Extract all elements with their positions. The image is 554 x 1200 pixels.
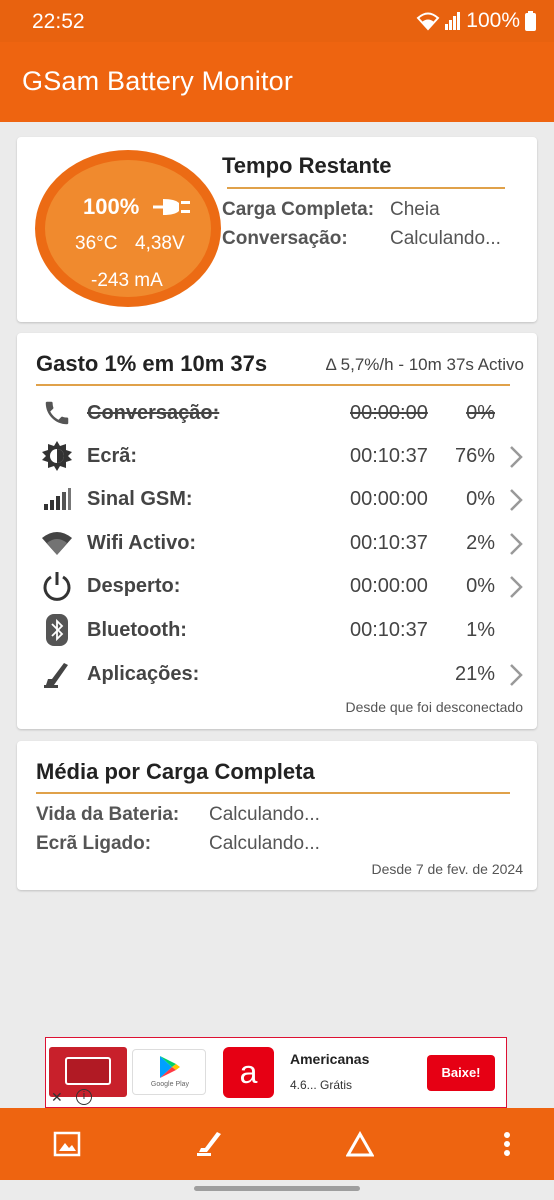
ad-store-text: Google Play (150, 1081, 190, 1088)
status-time: 22:52 (32, 10, 85, 33)
status-icons: 100% (416, 9, 536, 33)
signal-icon (41, 482, 73, 516)
usage-divider (36, 384, 510, 386)
phone-icon (41, 396, 73, 430)
battery-life-value: Calculando... (209, 804, 320, 825)
gauge-current: -243 mA (91, 270, 163, 291)
average-divider (36, 792, 510, 794)
chevron-right-icon[interactable] (509, 488, 523, 517)
usage-row-signal[interactable]: Sinal GSM: 00:00:00 0% (17, 478, 537, 521)
ad-product-box (65, 1057, 111, 1085)
usage-row-time: 00:00:00 (350, 488, 428, 510)
screen-brightness-icon (41, 439, 73, 473)
usage-row-percent: 21% (454, 663, 495, 685)
usage-row-wifi[interactable]: Wifi Activo: 00:10:37 2% (17, 522, 537, 565)
battery-life-label: Vida da Bateria: (36, 804, 180, 825)
usage-row-talk: Conversação: 00:00:00 0% (17, 392, 537, 435)
usage-row-awake[interactable]: Desperto: 00:00:00 0% (17, 565, 537, 608)
remaining-heading: Tempo Restante (222, 153, 392, 178)
talk-time-value: Calculando... (390, 228, 501, 249)
usage-row-label: Sinal GSM: (87, 488, 193, 510)
full-charge-value: Cheia (390, 199, 440, 220)
usage-row-percent: 0% (466, 488, 495, 510)
battery-percent: 100% (466, 9, 520, 32)
average-footnote: Desde 7 de fev. de 2024 (371, 861, 523, 877)
chevron-right-icon[interactable] (509, 532, 523, 561)
usage-row-time: 00:00:00 (350, 575, 428, 597)
usage-row-screen[interactable]: Ecrã: 00:10:37 76% (17, 435, 537, 478)
talk-time-label: Conversação: (222, 228, 348, 249)
apps-usage-icon[interactable] (190, 1126, 230, 1162)
usage-row-label: Conversação: (87, 402, 220, 424)
ad-banner[interactable]: Google Play a Americanas 4.6... Grátis B… (45, 1037, 507, 1108)
battery-status-icon (525, 11, 536, 31)
ad-download-button[interactable]: Baixe! (427, 1055, 495, 1091)
usage-row-label: Desperto: (87, 575, 181, 597)
usage-row-label: Bluetooth: (87, 619, 187, 641)
wifi-icon (41, 526, 73, 560)
usage-row-time: 00:00:00 (350, 402, 428, 424)
ad-store-badge[interactable]: Google Play (132, 1049, 206, 1095)
apps-icon (41, 657, 73, 691)
gauge-voltage: 4,38V (135, 233, 185, 254)
more-options-icon[interactable] (487, 1126, 527, 1162)
plug-icon (153, 197, 193, 222)
chevron-right-icon[interactable] (509, 663, 523, 692)
signal-status-icon (445, 12, 461, 30)
ad-close-icon[interactable]: ✕ (51, 1089, 63, 1106)
usage-row-percent: 2% (466, 532, 495, 554)
heading-divider (227, 187, 505, 189)
google-play-icon (160, 1056, 180, 1083)
americanas-app-icon[interactable]: a (223, 1047, 274, 1098)
image-icon[interactable] (47, 1126, 87, 1162)
usage-card: Gasto 1% em 10m 37s Δ 5,7%/h - 10m 37s A… (17, 333, 537, 729)
ad-app-meta: 4.6... Grátis (290, 1078, 353, 1092)
usage-row-apps[interactable]: Aplicações: 21% (17, 653, 537, 696)
bluetooth-icon (41, 613, 73, 647)
status-bar: 22:52 100% (0, 0, 554, 42)
bottom-nav (0, 1108, 554, 1180)
average-heading: Média por Carga Completa (36, 759, 315, 784)
gesture-handle[interactable] (194, 1186, 360, 1191)
chevron-right-icon[interactable] (509, 575, 523, 604)
ad-info-icon[interactable]: i (76, 1089, 92, 1105)
wifi-status-icon (416, 11, 440, 31)
usage-heading: Gasto 1% em 10m 37s (36, 351, 268, 376)
usage-row-percent: 0% (466, 402, 495, 424)
usage-row-percent: 0% (466, 575, 495, 597)
usage-row-time: 00:10:37 (350, 619, 428, 641)
average-card: Média por Carga Completa Vida da Bateria… (17, 741, 537, 890)
usage-row-label: Aplicações: (87, 663, 200, 685)
usage-row-time: 00:10:37 (350, 445, 428, 467)
usage-row-label: Ecrã: (87, 445, 138, 467)
usage-rate: Δ 5,7%/h - 10m 37s Activo (325, 355, 524, 374)
remaining-card[interactable]: 100% 36°C 4,38V -243 mA Tempo Restante C… (17, 137, 537, 322)
usage-row-time: 00:10:37 (350, 532, 428, 554)
usage-row-label: Wifi Activo: (87, 532, 197, 554)
usage-row-percent: 76% (454, 445, 495, 467)
ad-app-name[interactable]: Americanas (290, 1051, 369, 1067)
screen-on-label: Ecrã Ligado: (36, 833, 152, 854)
battery-gauge[interactable]: 100% 36°C 4,38V -243 mA (35, 150, 221, 307)
full-charge-label: Carga Completa: (222, 199, 375, 220)
chevron-right-icon[interactable] (509, 445, 523, 474)
delta-icon[interactable] (340, 1126, 380, 1162)
usage-footnote: Desde que foi desconectado (345, 699, 523, 715)
power-icon (41, 569, 73, 603)
usage-row-percent: 1% (466, 619, 495, 641)
gauge-temperature: 36°C (75, 233, 118, 254)
app-title: GSam Battery Monitor (22, 66, 294, 96)
gauge-percent: 100% (83, 194, 140, 219)
usage-row-bluetooth: Bluetooth: 00:10:37 1% (17, 609, 537, 652)
app-bar: GSam Battery Monitor (0, 42, 554, 122)
screen-on-value: Calculando... (209, 833, 320, 854)
